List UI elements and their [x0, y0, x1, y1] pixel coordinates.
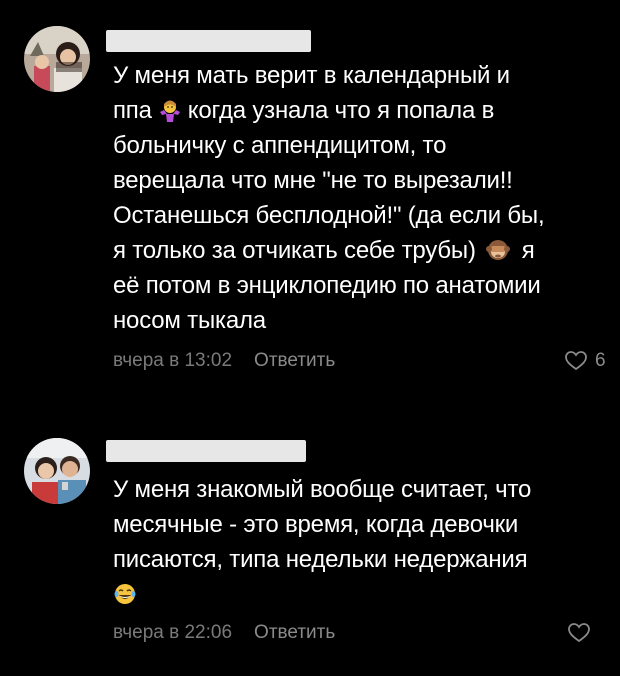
see-no-evil-monkey-emoji-icon — [485, 237, 510, 261]
comment-meta: вчера в 22:06 Ответить — [113, 622, 335, 644]
comment-time: вчера в 22:06 — [113, 622, 233, 643]
reply-button[interactable]: Ответить — [254, 350, 335, 371]
like-count: 6 — [595, 350, 606, 371]
shrugging-woman-emoji-icon — [158, 97, 182, 122]
heart-outline-icon — [568, 623, 590, 643]
reply-button[interactable]: Ответить — [254, 622, 335, 643]
like-button[interactable] — [568, 623, 590, 643]
comment-time: вчера в 13:02 — [113, 350, 233, 371]
face-with-tears-of-joy-emoji-icon — [113, 581, 137, 605]
avatar[interactable] — [24, 438, 90, 504]
like-button[interactable]: 6 — [565, 350, 606, 372]
avatar[interactable] — [24, 26, 90, 92]
comment-text: У меня мать верит в календарный и ппа ког… — [113, 62, 545, 334]
heart-outline-icon — [565, 351, 587, 371]
comment-text: У меня знакомый вообще считает, что меся… — [113, 472, 603, 612]
redacted-author-name[interactable] — [106, 440, 306, 462]
comment-meta: вчера в 13:02 Ответить — [113, 350, 335, 372]
redacted-author-name[interactable] — [106, 30, 311, 52]
